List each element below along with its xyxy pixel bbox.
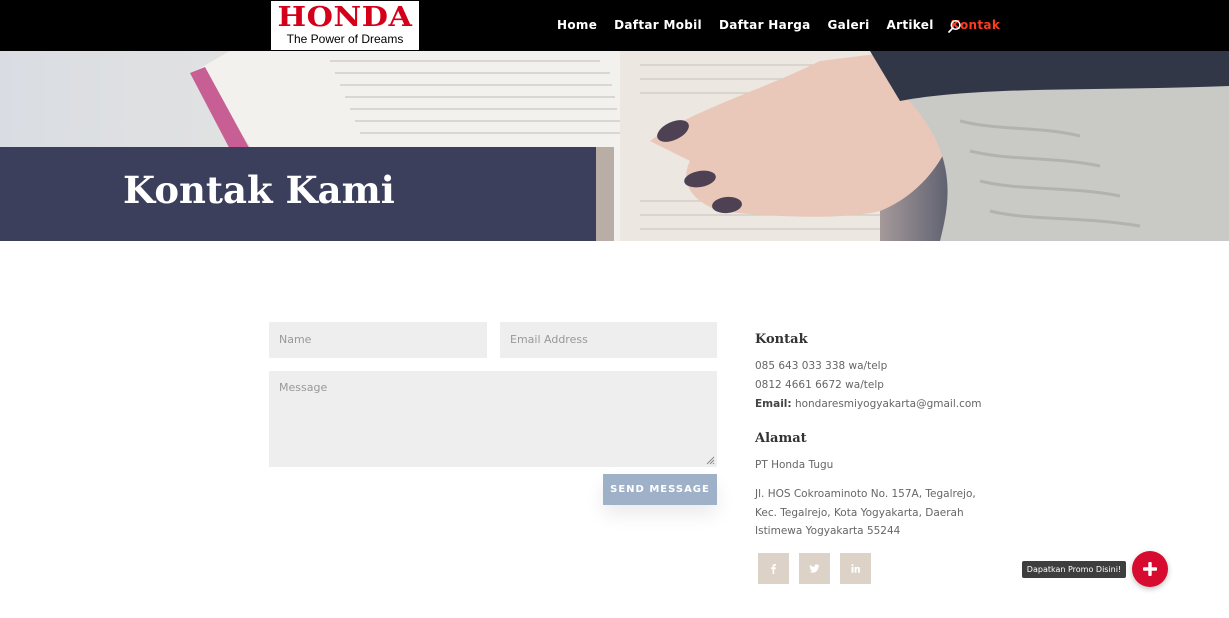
page-title: Kontak Kami	[123, 168, 395, 212]
honda-logo[interactable]: HONDA The Power of Dreams	[271, 1, 419, 50]
logo-tagline: The Power of Dreams	[286, 32, 404, 46]
hero-banner: Kontak Kami	[0, 51, 1229, 241]
facebook-icon	[771, 564, 776, 574]
nav-item-artikel[interactable]: Artikel	[887, 17, 934, 33]
promo-tooltip[interactable]: Dapatkan Promo Disini!	[1022, 561, 1126, 578]
nav-item-home[interactable]: Home	[557, 17, 597, 33]
name-input[interactable]: Name	[269, 322, 487, 358]
promo-open-button[interactable]	[1132, 551, 1168, 587]
address-line-1: Jl. HOS Cokroaminoto No. 157A, Tegalrejo…	[755, 488, 976, 500]
search-icon[interactable]	[948, 19, 962, 33]
send-message-button[interactable]: SEND MESSAGE	[603, 474, 717, 505]
message-textarea[interactable]: Message	[269, 371, 717, 467]
nav-item-daftar-harga[interactable]: Daftar Harga	[719, 17, 811, 33]
twitter-button[interactable]	[799, 553, 830, 584]
resize-handle-icon[interactable]	[706, 456, 715, 465]
address-company: PT Honda Tugu	[755, 459, 834, 471]
facebook-button[interactable]	[758, 553, 789, 584]
contact-phone-1: 085 643 033 338 wa/telp	[755, 360, 888, 372]
nav-item-galeri[interactable]: Galeri	[828, 17, 870, 33]
logo-brand-text: HONDA	[277, 2, 413, 33]
plus-icon	[1143, 562, 1157, 576]
twitter-icon	[809, 564, 820, 573]
linkedin-icon	[851, 564, 860, 573]
email-input[interactable]: Email Address	[500, 322, 717, 358]
contact-email: hondaresmiyogyakarta@gmail.com	[794, 398, 982, 410]
top-navigation-bar: HONDA The Power of Dreams Home Daftar Mo…	[0, 0, 1229, 51]
address-line-3: Istimewa Yogyakarta 55244	[755, 525, 901, 537]
address-heading: Alamat	[755, 431, 807, 446]
hero-band-edge	[596, 147, 614, 241]
contact-phone-2: 0812 4661 6672 wa/telp	[755, 379, 884, 391]
contact-heading: Kontak	[755, 332, 808, 347]
email-label: Email:	[755, 398, 792, 410]
linkedin-button[interactable]	[840, 553, 871, 584]
address-line-2: Kec. Tegalrejo, Kota Yogyakarta, Daerah	[755, 507, 964, 519]
nav-item-daftar-mobil[interactable]: Daftar Mobil	[614, 17, 702, 33]
contact-email-row: Email: hondaresmiyogyakarta@gmail.com	[755, 395, 982, 413]
